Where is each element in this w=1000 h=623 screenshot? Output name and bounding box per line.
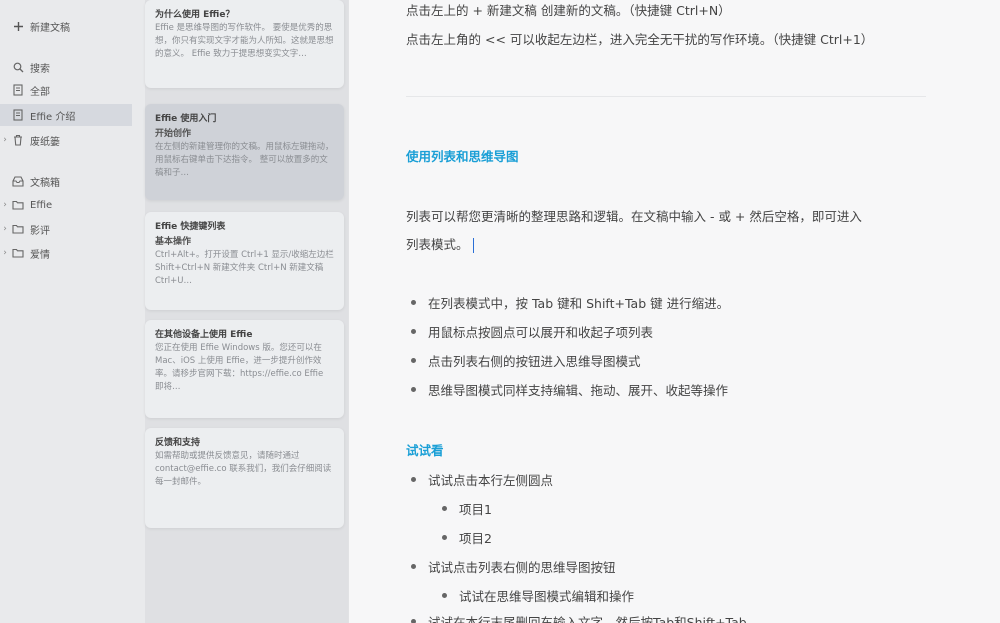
editor[interactable]: 点击左上的 + 新建文稿 创建新的文稿。（快捷键 Ctrl+N） 点击左上角的 … bbox=[348, 0, 1000, 623]
section-heading[interactable]: 试试看 bbox=[406, 440, 444, 459]
note-title: 为什么使用 Effie？ bbox=[155, 10, 235, 20]
note-title: 反馈和支持 bbox=[155, 438, 201, 448]
list-item[interactable]: 点击列表右侧的按钮进入思维导图模式 bbox=[411, 351, 641, 370]
plus-icon bbox=[10, 21, 26, 32]
note-card-selected[interactable]: Effie 使用入门 开始创作 在左侧的新建管理你的文稿。用鼠标左键拖动，用鼠标… bbox=[145, 104, 344, 200]
bullet-dot[interactable] bbox=[411, 358, 416, 363]
trash-icon bbox=[10, 134, 26, 146]
bullet-dot[interactable] bbox=[411, 477, 416, 482]
chevron-right-icon: › bbox=[3, 248, 7, 258]
list-item[interactable]: 在列表模式中，按 Tab 键和 Shift+Tab 键 进行缩进。 bbox=[411, 293, 729, 312]
paragraph[interactable]: 列表可以帮您更清晰的整理思路和逻辑。在文稿中输入 - 或 + 然后空格，即可进入 bbox=[406, 206, 862, 225]
bullet-dot[interactable] bbox=[411, 387, 416, 392]
list-item[interactable]: 试试点击列表右侧的思维导图按钮 bbox=[411, 557, 616, 576]
note-preview: Effie 是思维导图的写作软件。 要使是优秀的思想，你只有实现文字才能为人所知… bbox=[155, 23, 334, 59]
bullet-dot[interactable] bbox=[411, 564, 416, 569]
list-item-text: 试试在本行末尾删回车输入文字，然后按Tab和Shift+Tab bbox=[428, 615, 747, 623]
note-subtitle: 基本操作 bbox=[155, 237, 192, 247]
chevron-right-icon: › bbox=[3, 224, 7, 234]
note-card[interactable]: 反馈和支持 如需帮助或提供反馈意见，请随时通过 contact@effie.co… bbox=[145, 428, 344, 528]
note-list: 为什么使用 Effie？ Effie 是思维导图的写作软件。 要使是优秀的思想，… bbox=[145, 0, 348, 623]
note-preview: 您正在使用 Effie Windows 版。您还可以在Mac、iOS 上使用 E… bbox=[155, 343, 324, 392]
note-title: 在其他设备上使用 Effie bbox=[155, 330, 253, 340]
new-document-label: 新建文稿 bbox=[30, 22, 70, 34]
document-icon bbox=[10, 84, 26, 96]
search-icon bbox=[10, 62, 26, 73]
list-item[interactable]: 试试点击本行左侧圆点 bbox=[411, 470, 553, 489]
sidebar-item-label: 搜索 bbox=[30, 63, 50, 75]
list-item-text: 项目2 bbox=[459, 531, 492, 546]
inbox-icon bbox=[10, 175, 26, 187]
paragraph[interactable]: 点击左上角的 << 可以收起左边栏，进入完全无干扰的写作环境。（快捷键 Ctrl… bbox=[406, 29, 873, 48]
paragraph-text: 列表模式。 bbox=[406, 237, 469, 252]
sidebar-item-label: 废纸篓 bbox=[30, 136, 60, 148]
note-card[interactable]: 为什么使用 Effie？ Effie 是思维导图的写作软件。 要使是优秀的思想，… bbox=[145, 0, 344, 88]
sidebar: 新建文稿 搜索 全部 Effie 介绍 › 废纸篓 文稿箱 › Effie › … bbox=[0, 0, 145, 623]
sidebar-item-label: 影评 bbox=[30, 225, 50, 237]
bullet-dot[interactable] bbox=[442, 535, 447, 540]
text-caret bbox=[472, 238, 475, 253]
list-item-text: 项目1 bbox=[459, 502, 492, 517]
sidebar-item-effie-intro[interactable]: Effie 介绍 bbox=[0, 105, 75, 125]
new-document-button[interactable]: 新建文稿 bbox=[0, 16, 70, 36]
folder-icon bbox=[10, 224, 26, 234]
note-preview: 在左侧的新建管理你的文稿。用鼠标左键拖动，用鼠标右键单击下达指令。 整可以放置多… bbox=[155, 142, 334, 178]
list-item-text: 点击列表右侧的按钮进入思维导图模式 bbox=[428, 354, 641, 369]
list-item[interactable]: 试试在本行末尾删回车输入文字，然后按Tab和Shift+Tab bbox=[411, 612, 747, 623]
list-item[interactable]: 思维导图模式同样支持编辑、拖动、展开、收起等操作 bbox=[411, 380, 728, 399]
paragraph-with-caret[interactable]: 列表模式。 bbox=[406, 234, 475, 253]
section-heading[interactable]: 使用列表和思维导图 bbox=[406, 146, 519, 165]
sidebar-item-search[interactable]: 搜索 bbox=[0, 57, 50, 77]
sidebar-folder-effie[interactable]: › Effie bbox=[0, 195, 52, 215]
list-item-text: 试试点击本行左侧圆点 bbox=[428, 473, 554, 488]
list-item-text: 在列表模式中，按 Tab 键和 Shift+Tab 键 进行缩进。 bbox=[428, 296, 730, 311]
sub-list-item[interactable]: 项目1 bbox=[442, 499, 492, 518]
sidebar-item-trash[interactable]: › 废纸篓 bbox=[0, 130, 60, 150]
note-preview: Ctrl+Alt+。打开设置 Ctrl+1 显示/收缩左边栏 Shift+Ctr… bbox=[155, 250, 334, 286]
app-window: 新建文稿 搜索 全部 Effie 介绍 › 废纸篓 文稿箱 › Effie › … bbox=[0, 0, 1000, 623]
document-icon bbox=[10, 109, 26, 121]
sidebar-item-label: Effie bbox=[30, 199, 53, 211]
note-title: Effie 快捷键列表 bbox=[155, 222, 226, 232]
list-item[interactable]: 用鼠标点按圆点可以展开和收起子项列表 bbox=[411, 322, 653, 341]
paragraph[interactable]: 点击左上的 + 新建文稿 创建新的文稿。（快捷键 Ctrl+N） bbox=[406, 0, 731, 19]
divider bbox=[406, 96, 926, 97]
chevron-right-icon: › bbox=[3, 135, 7, 145]
bullet-dot[interactable] bbox=[442, 506, 447, 511]
bullet-dot[interactable] bbox=[442, 593, 447, 598]
note-card[interactable]: Effie 快捷键列表 基本操作 Ctrl+Alt+。打开设置 Ctrl+1 显… bbox=[145, 212, 344, 310]
sub-list-item[interactable]: 试试在思维导图模式编辑和操作 bbox=[442, 586, 634, 605]
sidebar-item-label: Effie 介绍 bbox=[30, 111, 76, 123]
bullet-dot[interactable] bbox=[411, 300, 416, 305]
note-title: Effie 使用入门 bbox=[155, 114, 217, 124]
list-item-text: 试试在思维导图模式编辑和操作 bbox=[459, 589, 635, 604]
note-card[interactable]: 在其他设备上使用 Effie 您正在使用 Effie Windows 版。您还可… bbox=[145, 320, 344, 418]
chevron-right-icon: › bbox=[3, 200, 7, 210]
sidebar-item-label: 爱情 bbox=[30, 249, 50, 261]
folder-icon bbox=[10, 248, 26, 258]
folder-icon bbox=[10, 200, 26, 210]
note-subtitle: 开始创作 bbox=[155, 129, 192, 139]
sub-list-item[interactable]: 项目2 bbox=[442, 528, 492, 547]
note-preview: 如需帮助或提供反馈意见，请随时通过 contact@effie.co 联系我们，… bbox=[155, 451, 332, 487]
sidebar-item-library[interactable]: 文稿箱 bbox=[0, 171, 60, 191]
sidebar-folder-reviews[interactable]: › 影评 bbox=[0, 219, 50, 239]
sidebar-item-all[interactable]: 全部 bbox=[0, 80, 50, 100]
sidebar-item-label: 全部 bbox=[30, 86, 50, 98]
bullet-dot[interactable] bbox=[411, 619, 416, 623]
list-item-text: 用鼠标点按圆点可以展开和收起子项列表 bbox=[428, 325, 654, 340]
bullet-dot[interactable] bbox=[411, 329, 416, 334]
list-item-text: 思维导图模式同样支持编辑、拖动、展开、收起等操作 bbox=[428, 383, 729, 398]
sidebar-item-label: 文稿箱 bbox=[30, 177, 60, 189]
list-item-text: 试试点击列表右侧的思维导图按钮 bbox=[428, 560, 616, 575]
sidebar-folder-love[interactable]: › 爱情 bbox=[0, 243, 50, 263]
